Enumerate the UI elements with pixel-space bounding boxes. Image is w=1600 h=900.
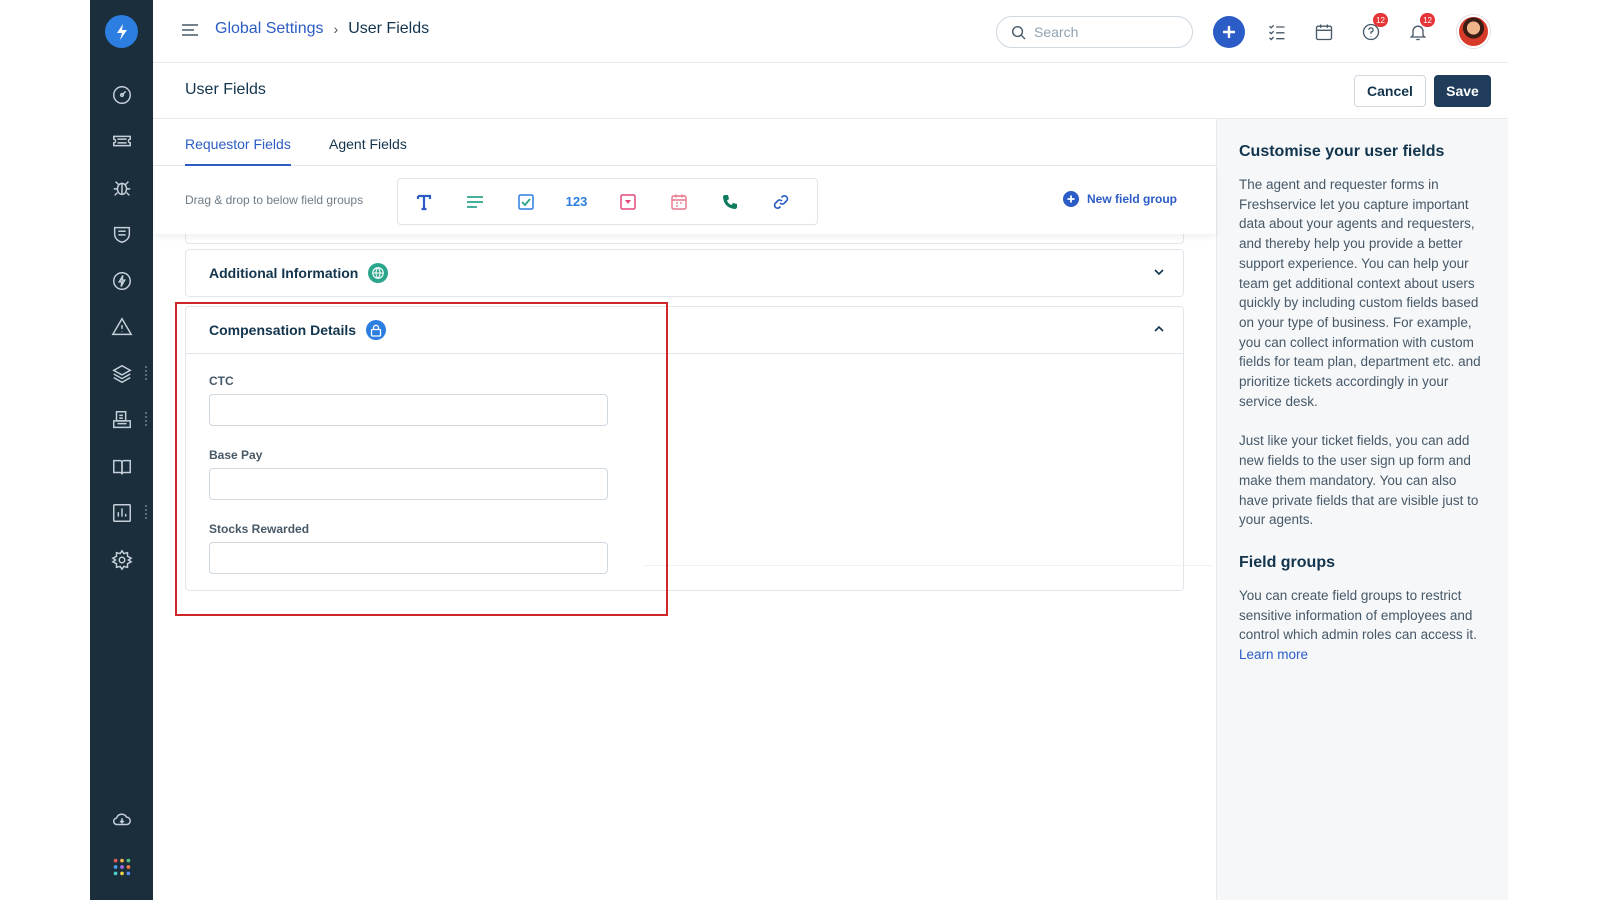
hamburger-menu-icon[interactable] [181,22,199,38]
tab-requestor-fields[interactable]: Requestor Fields [185,136,291,166]
text-field-icon[interactable] [398,179,449,224]
user-avatar[interactable] [1457,15,1490,48]
new-field-group-button[interactable]: New field group [1063,191,1177,207]
field-group-collapsed-edge [185,234,1184,244]
notification-badge: 12 [1420,13,1435,27]
base-pay-label: Base Pay [209,448,263,462]
plus-icon [1223,26,1235,38]
assets-icon[interactable] [109,361,135,387]
cancel-button[interactable]: Cancel [1354,75,1426,107]
stocks-rewarded-field[interactable] [209,542,608,574]
todo-list-icon[interactable] [1260,15,1294,49]
apps-grid-icon[interactable] [109,854,135,880]
phone-field-icon[interactable] [704,179,755,224]
group-title: Additional Information [209,265,359,281]
group-header[interactable]: Additional Information [186,250,1183,296]
search-icon [1011,25,1026,40]
help-heading-field-groups: Field groups [1239,553,1335,571]
breadcrumb-global-settings[interactable]: Global Settings [215,20,324,38]
group-title: Compensation Details [209,322,357,338]
learn-more-link[interactable]: Learn more [1239,647,1308,662]
lock-icon [366,320,387,340]
help-icon[interactable]: 12 [1354,13,1388,49]
breadcrumb: Global Settings › User Fields [215,20,429,38]
help-panel: Customise your user fields The agent and… [1216,119,1508,900]
globe-icon [368,263,389,283]
new-field-group-label: New field group [1087,192,1177,206]
drag-drop-toolbar: Drag & drop to below field groups 123 Ne… [153,166,1216,234]
ctc-field[interactable] [209,394,608,426]
group-fields: CTC Base Pay Stocks Rewarded [186,353,1213,594]
tickets-icon[interactable] [109,128,135,154]
drag-handle [145,412,148,426]
search-input[interactable] [1034,24,1174,40]
solutions-icon[interactable] [109,454,135,480]
help-badge: 12 [1373,13,1388,27]
field-group-additional-information: Additional Information [185,249,1184,297]
paragraph-field-icon[interactable] [449,179,500,224]
problems-icon[interactable] [109,175,135,201]
number-field-icon[interactable]: 123 [551,179,602,224]
field-type-palette: 123 [397,178,818,225]
releases-icon[interactable] [109,268,135,294]
help-paragraph: The agent and requester forms in Freshse… [1239,177,1481,409]
main-content: Requestor Fields Agent Fields Drag & dro… [153,119,1216,900]
breadcrumb-current: User Fields [348,20,430,37]
drag-drop-hint: Drag & drop to below field groups [185,193,364,207]
plus-circle-icon [1063,191,1079,207]
purchase-icon[interactable] [109,407,135,433]
dropdown-field-icon[interactable] [602,179,653,224]
group-header[interactable]: Compensation Details [186,307,1183,353]
field-group-compensation-details: Compensation Details CTC Base Pay Stocks… [185,306,1213,594]
help-paragraph: You can create field groups to restrict … [1239,586,1486,665]
help-heading-customise: Customise your user fields [1239,143,1445,160]
tab-agent-fields[interactable]: Agent Fields [329,136,407,164]
url-field-icon[interactable] [755,179,806,224]
drag-handle [145,366,148,380]
stocks-rewarded-label: Stocks Rewarded [209,522,310,536]
top-header: Global Settings › User Fields 12 12 [153,0,1508,63]
page-subheader: User Fields Cancel Save [153,63,1508,119]
cloud-icon[interactable] [109,806,135,832]
divider [644,565,1213,566]
page-gutter [1508,0,1600,900]
left-sidebar [90,0,153,900]
notifications-icon[interactable]: 12 [1401,13,1435,49]
add-new-button[interactable] [1213,16,1245,48]
drag-handle [145,505,148,519]
alerts-icon[interactable] [109,314,135,340]
page-title: User Fields [185,81,266,98]
date-field-icon[interactable] [653,179,704,224]
save-button[interactable]: Save [1434,75,1491,107]
search-box[interactable] [996,16,1193,48]
number-field-label: 123 [565,194,588,209]
dashboard-icon[interactable] [109,82,135,108]
base-pay-field[interactable] [209,468,608,500]
help-paragraph: Just like your ticket fields, you can ad… [1239,433,1479,528]
admin-icon[interactable] [109,547,135,573]
ctc-label: CTC [209,374,234,388]
breadcrumb-separator: › [333,21,339,37]
field-groups-text: You can create field groups to restrict … [1239,587,1477,643]
field-tabs: Requestor Fields Agent Fields [153,119,1216,166]
chevron-down-icon[interactable] [1153,266,1165,278]
calendar-icon[interactable] [1307,15,1341,49]
chevron-up-icon[interactable] [1153,323,1165,335]
checkbox-field-icon[interactable] [500,179,551,224]
freshservice-logo[interactable] [105,15,138,48]
reports-icon[interactable] [109,500,135,526]
changes-icon[interactable] [109,221,135,247]
